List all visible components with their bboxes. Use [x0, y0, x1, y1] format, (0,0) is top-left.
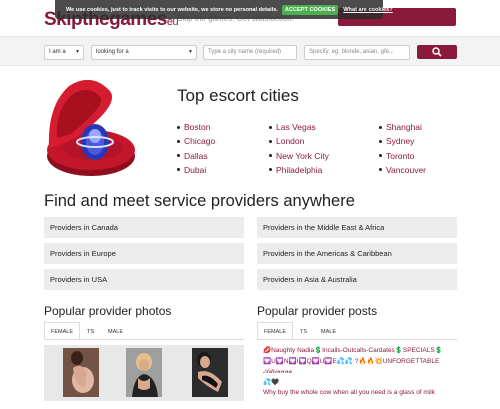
post-link[interactable]: Why buy the whole cow when all you need …	[263, 388, 463, 399]
providers-middle-east-africa-link[interactable]: Providers in the Middle East & Africa	[257, 217, 457, 238]
provider-photo-2[interactable]	[126, 348, 162, 397]
posts-tab-ts[interactable]: TS	[293, 322, 314, 340]
chevron-down-icon: ▼	[75, 49, 80, 55]
popular-posts-title: Popular provider posts	[257, 304, 378, 318]
cities-column-1: Boston Chicago Dallas Dubai	[177, 120, 215, 177]
specify-input[interactable]: Specify, eg: blonde, asian, gfe...	[304, 45, 410, 60]
city-link-dubai[interactable]: Dubai	[177, 163, 215, 177]
lookingfor-select[interactable]: looking for a ▼	[91, 45, 197, 60]
city-link-sydney[interactable]: Sydney	[379, 134, 426, 148]
providers-americas-caribbean-link[interactable]: Providers in the Americas & Caribbean	[257, 243, 457, 264]
city-input[interactable]: Type a city name (required)	[203, 45, 297, 60]
photos-tab-female[interactable]: FEMALE	[44, 322, 81, 340]
city-input-placeholder: Type a city name (required)	[208, 49, 282, 55]
city-link-shanghai[interactable]: Shanghai	[379, 120, 426, 134]
photos-tab-ts[interactable]: TS	[80, 322, 101, 340]
posts-tabs: FEMALE TS MALE	[257, 322, 343, 340]
city-link-philadelphia[interactable]: Philadelphia	[269, 163, 329, 177]
providers-europe-link[interactable]: Providers in Europe	[44, 243, 244, 264]
specify-input-placeholder: Specify, eg: blonde, asian, gfe...	[309, 49, 394, 55]
providers-asia-australia-link[interactable]: Providers in Asia & Australia	[257, 269, 457, 290]
cookie-bar: We use cookies, just to track visits to …	[55, 0, 393, 19]
cookie-text: We use cookies, just to track visits to …	[66, 6, 278, 13]
chevron-down-icon: ▼	[188, 49, 193, 55]
city-link-toronto[interactable]: Toronto	[379, 149, 426, 163]
lookingfor-select-value: looking for a	[96, 49, 129, 55]
photos-tabs-divider	[44, 339, 244, 340]
city-link-dallas[interactable]: Dallas	[177, 149, 215, 163]
cities-column-2: Las Vegas London New York City Philadelp…	[269, 120, 329, 177]
iam-select[interactable]: I am a ▼	[44, 45, 84, 60]
provider-photo-1[interactable]	[63, 348, 99, 397]
providers-section-title: Find and meet service providers anywhere	[44, 192, 355, 210]
search-icon	[432, 47, 442, 57]
city-link-new-york-city[interactable]: New York City	[269, 149, 329, 163]
photos-strip	[44, 345, 244, 401]
accept-cookies-button[interactable]: ACCEPT COOKIES	[281, 4, 339, 15]
top-cities-title: Top escort cities	[177, 86, 299, 105]
posts-tab-female[interactable]: FEMALE	[257, 322, 294, 340]
post-link[interactable]: 💋Naughty Nadia💲Incalls-Outcalls-Cardates…	[263, 346, 463, 357]
post-link-continued[interactable]: 💦🖤	[263, 378, 463, 389]
posts-tabs-divider	[257, 339, 457, 340]
post-link[interactable]: 💟U💟N💟I💟Q💟U💟E💦💦 ?🔥🔥💥UNFORGETTABLE 𝒜𝒹𝓇𝒾𝒶𝓃𝓃…	[263, 357, 463, 378]
providers-canada-link[interactable]: Providers in Canada	[44, 217, 244, 238]
photos-tabs: FEMALE TS MALE	[44, 322, 130, 340]
cities-column-3: Shanghai Sydney Toronto Vancouver	[379, 120, 426, 177]
photos-tab-male[interactable]: MALE	[101, 322, 130, 340]
city-link-boston[interactable]: Boston	[177, 120, 215, 134]
city-link-london[interactable]: London	[269, 134, 329, 148]
posts-tab-male[interactable]: MALE	[314, 322, 343, 340]
provider-photo-3[interactable]	[192, 348, 228, 397]
city-link-chicago[interactable]: Chicago	[177, 134, 215, 148]
city-link-vancouver[interactable]: Vancouver	[379, 163, 426, 177]
search-button[interactable]	[417, 45, 457, 59]
ring-box-image	[47, 79, 135, 176]
popular-photos-title: Popular provider photos	[44, 304, 172, 318]
city-link-las-vegas[interactable]: Las Vegas	[269, 120, 329, 134]
iam-select-value: I am a	[49, 49, 66, 55]
what-are-cookies-link[interactable]: What are cookies?	[343, 7, 392, 13]
posts-list: 💋Naughty Nadia💲Incalls-Outcalls-Cardates…	[263, 346, 463, 399]
search-bar: I am a ▼ looking for a ▼ Type a city nam…	[0, 36, 500, 66]
providers-usa-link[interactable]: Providers in USA	[44, 269, 244, 290]
